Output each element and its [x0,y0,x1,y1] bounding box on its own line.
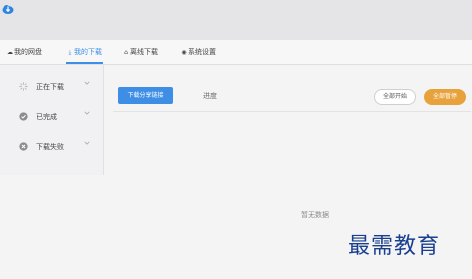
download-share-link-button[interactable]: 下载分享链接 [118,87,173,104]
sidebar-item-downloading[interactable]: 正在下载 [0,78,103,96]
active-tab-indicator [66,62,103,64]
tab-label: 系统设置 [188,48,216,56]
chevron-down-icon [84,141,90,145]
empty-state-text: 暂无数据 [301,211,329,219]
sidebar-item-label: 正在下载 [36,83,64,91]
loading-icon [19,82,28,91]
tab-label: 离线下载 [130,48,158,56]
download-icon: ⤓ [68,49,72,56]
pause-all-button[interactable]: 全部暂停 [424,89,466,105]
tab-system-settings[interactable]: ◉系统设置 [180,47,216,58]
tab-offline-download[interactable]: ⌂ 离线下载 [122,47,158,58]
chevron-down-icon [84,111,90,115]
cloud-icon: ☁ [7,49,13,56]
sidebar-item-label: 已完成 [36,113,57,121]
sidebar-item-failed[interactable]: 下载失败 [0,138,103,156]
settings-icon: ◉ [181,49,187,56]
title-bar [0,0,472,40]
sidebar-item-completed[interactable]: 已完成 [0,108,103,126]
start-all-button[interactable]: 全部开始 [374,89,416,105]
error-circle-icon [19,142,28,151]
sidebar: 正在下载 已完成 下载失败 [0,65,104,175]
watermark: 最需教育 [348,234,441,259]
check-circle-icon [19,112,28,121]
chevron-down-icon [84,81,90,85]
tab-my-netdisk[interactable]: ☁我的网盘 [6,47,42,58]
tab-my-downloads[interactable]: ⤓ 我的下载 [66,47,102,58]
tab-label: 我的下载 [74,48,102,56]
offline-icon: ⌂ [124,49,128,56]
cloud-download-logo-icon [2,5,14,14]
toolbar-divider [113,111,471,112]
tab-label: 我的网盘 [14,48,42,56]
sidebar-item-label: 下载失败 [36,143,64,151]
progress-column-header: 进度 [203,92,217,100]
